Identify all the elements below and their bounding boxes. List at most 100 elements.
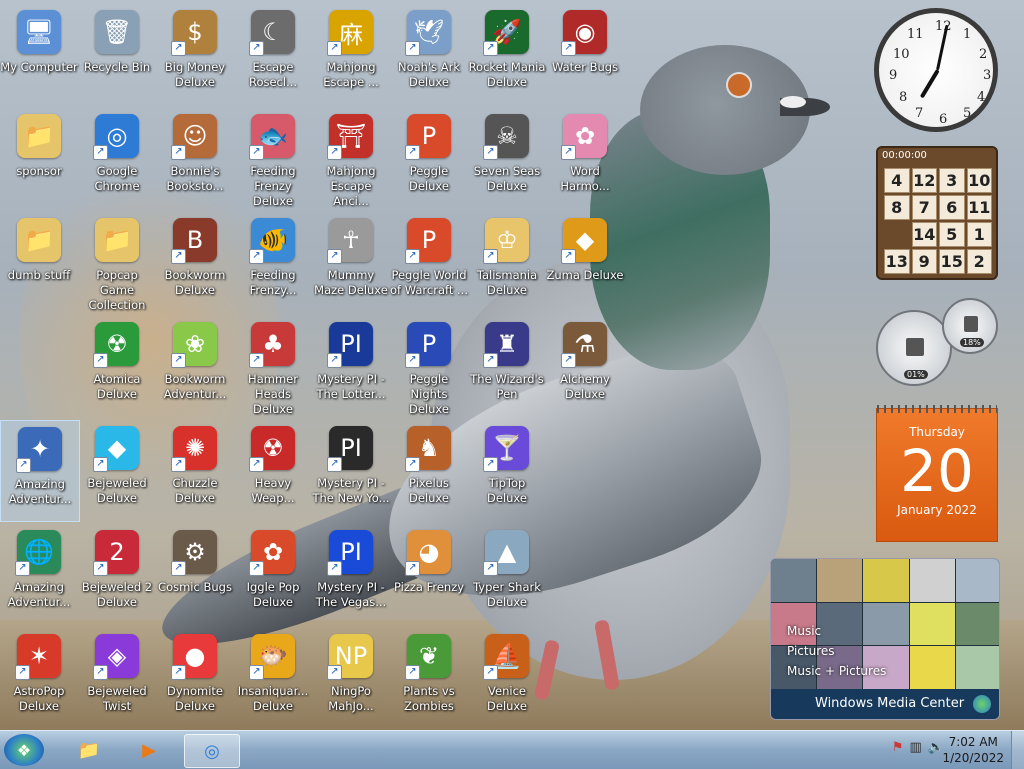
moon-icon: ☾ ↗ xyxy=(249,10,295,56)
desktop-icon[interactable]: ◈ ↗ Bejeweled Twist xyxy=(78,628,156,728)
desktop-icon[interactable]: ✶ ↗ AstroPop Deluxe xyxy=(0,628,78,728)
desktop-icon[interactable]: PI ↗ Mystery PI - The Lotter... xyxy=(312,316,390,416)
shortcut-arrow-icon: ↗ xyxy=(483,457,498,472)
desktop-icon[interactable]: 📁 Popcap Game Collection xyxy=(78,212,156,312)
puzzle-tile[interactable]: 9 xyxy=(911,249,937,274)
network-icon[interactable]: ▥ xyxy=(910,740,928,755)
desktop-icon[interactable]: ✺ ↗ Chuzzle Deluxe xyxy=(156,420,234,520)
desktop-icon[interactable]: PI ↗ Mystery PI - The New Yo... xyxy=(312,420,390,520)
desktop-icon[interactable]: ◆ ↗ Bejeweled Deluxe xyxy=(78,420,156,520)
puzzle-tile[interactable]: 15 xyxy=(939,249,965,274)
desktop-icon[interactable]: B ↗ Bookworm Deluxe xyxy=(156,212,234,312)
desktop-icon[interactable]: 麻 ↗ Mahjong Escape ... xyxy=(312,4,390,104)
action-center-flag-icon[interactable]: ⚑ xyxy=(892,740,910,755)
desktop-icon[interactable]: ◕ ↗ Pizza Frenzy xyxy=(390,524,468,624)
desktop-icon[interactable]: ⚙ ↗ Cosmic Bugs xyxy=(156,524,234,624)
desktop-icon[interactable]: 🚀 ↗ Rocket Mania Deluxe xyxy=(468,4,546,104)
taskbar-chrome-button[interactable]: ◎ xyxy=(184,734,240,768)
desktop-icon[interactable]: ⛩ ↗ Mahjong Escape Anci... xyxy=(312,108,390,208)
memory-meter-gadget[interactable]: 18% xyxy=(942,298,998,354)
desktop-icon[interactable]: 🐠 ↗ Feeding Frenzy... xyxy=(234,212,312,312)
desktop-icon[interactable]: ☺ ↗ Bonnie's Booksto... xyxy=(156,108,234,208)
desktop-icon[interactable]: ◎ ↗ Google Chrome xyxy=(78,108,156,208)
fish-icon: 🐠 ↗ xyxy=(249,218,295,264)
desktop-icon[interactable]: 📁 sponsor xyxy=(0,108,78,208)
desktop-icon[interactable]: 📁 dumb stuff xyxy=(0,212,78,312)
desktop-icon[interactable]: ☢ ↗ Heavy Weap... xyxy=(234,420,312,520)
calendar-rings xyxy=(877,405,997,413)
media-center-title-bar[interactable]: Windows Media Center xyxy=(771,689,999,719)
desktop-icon[interactable]: 🌐 ↗ Amazing Adventur... xyxy=(0,524,78,624)
puzzle-tile[interactable]: 10 xyxy=(966,168,992,193)
desktop-icon[interactable]: ♣ ↗ Hammer Heads Deluxe xyxy=(234,316,312,416)
puzzle-tile[interactable]: 7 xyxy=(911,195,937,220)
desktop-icon[interactable]: 🍸 ↗ TipTop Deluxe xyxy=(468,420,546,520)
desktop-icon[interactable]: P ↗ Peggle World of Warcraft ... xyxy=(390,212,468,312)
desktop-icon[interactable]: P ↗ Peggle Deluxe xyxy=(390,108,468,208)
calendar-gadget[interactable]: Thursday 20 January 2022 xyxy=(876,405,998,542)
desktop-icon[interactable]: PI ↗ Mystery PI - The Vegas... xyxy=(312,524,390,624)
shortcut-arrow-icon: ↗ xyxy=(405,249,420,264)
system-clock[interactable]: 7:02 AM 1/20/2022 xyxy=(942,734,1004,766)
desktop-icon[interactable]: 🖥 My Computer xyxy=(0,4,78,104)
clock-numeral: 5 xyxy=(963,106,972,121)
puzzle-tile[interactable]: 6 xyxy=(939,195,965,220)
gondola-icon: ⛵ ↗ xyxy=(483,634,529,680)
shortcut-arrow-icon: ↗ xyxy=(93,561,108,576)
puzzle-tile[interactable]: 14 xyxy=(911,222,937,247)
desktop-icon[interactable]: P ↗ Peggle Nights Deluxe xyxy=(390,316,468,416)
desktop-icon-label: Mummy Maze Deluxe xyxy=(314,268,388,297)
clock-numeral: 11 xyxy=(907,27,924,42)
desktop-icon[interactable]: ❦ ↗ Plants vs Zombies xyxy=(390,628,468,728)
media-link-music-pictures[interactable]: Music + Pictures xyxy=(787,661,886,681)
desktop-icon[interactable]: 🐡 ↗ Insaniquar... Deluxe xyxy=(234,628,312,728)
desktop-icon[interactable]: 🗑 Recycle Bin xyxy=(78,4,156,104)
desktop-icon[interactable]: 🐟 ↗ Feeding Frenzy Deluxe xyxy=(234,108,312,208)
desktop-icon[interactable]: 2 ↗ Bejeweled 2 Deluxe xyxy=(78,524,156,624)
desktop-icon[interactable]: ♜ ↗ The Wizard's Pen xyxy=(468,316,546,416)
desktop-icon[interactable]: ⛵ ↗ Venice Deluxe xyxy=(468,628,546,728)
desktop-icon[interactable]: ✦ ↗ Amazing Adventur... xyxy=(0,420,80,522)
taskbar-media-player-button[interactable]: ▶ xyxy=(122,734,176,766)
desktop-icon[interactable]: NP ↗ NingPo MahJo... xyxy=(312,628,390,728)
puzzle-tile[interactable]: 2 xyxy=(966,249,992,274)
desktop-icon[interactable]: ● ↗ Dynomite Deluxe xyxy=(156,628,234,728)
desktop-icon[interactable]: ◆ ↗ Zuma Deluxe xyxy=(546,212,624,312)
desktop-icon[interactable]: 🕊 ↗ Noah's Ark Deluxe xyxy=(390,4,468,104)
astropop-icon: ✶ ↗ xyxy=(15,634,61,680)
show-desktop-button[interactable] xyxy=(1011,731,1024,769)
start-button[interactable]: ❖ xyxy=(4,734,44,766)
media-link-pictures[interactable]: Pictures xyxy=(787,641,886,661)
desktop-icon-label: Mahjong Escape ... xyxy=(323,60,379,89)
puzzle-tile[interactable]: 1 xyxy=(966,222,992,247)
media-link-music[interactable]: Music xyxy=(787,621,886,641)
puzzle-tile[interactable]: 8 xyxy=(884,195,910,220)
slide-puzzle-gadget[interactable]: 00:00:00 4 12 3 10 8 7 6 11 14 5 1 13 9 15 2 xyxy=(876,146,998,280)
desktop-icon[interactable]: ♞ ↗ Pixelus Deluxe xyxy=(390,420,468,520)
desktop-icon[interactable]: ☥ ↗ Mummy Maze Deluxe xyxy=(312,212,390,312)
puzzle-tile[interactable]: 12 xyxy=(911,168,937,193)
desktop-icon[interactable]: ✿ ↗ Word Harmo... xyxy=(546,108,624,208)
desktop-icon[interactable]: ◉ ↗ Water Bugs xyxy=(546,4,624,104)
desktop-icon[interactable]: ☠ ↗ Seven Seas Deluxe xyxy=(468,108,546,208)
desktop-icon[interactable]: ❀ ↗ Bookworm Adventur... xyxy=(156,316,234,416)
desktop-icon[interactable]: ⚗ ↗ Alchemy Deluxe xyxy=(546,316,624,416)
puzzle-empty-slot[interactable] xyxy=(884,222,910,247)
taskbar-explorer-button[interactable]: 📁 xyxy=(62,734,116,766)
puzzle-tile[interactable]: 4 xyxy=(884,168,910,193)
desktop-icon[interactable]: ▲ ↗ Typer Shark Deluxe xyxy=(468,524,546,624)
puzzle-tile[interactable]: 11 xyxy=(966,195,992,220)
desktop-icon[interactable]: ☢ ↗ Atomica Deluxe xyxy=(78,316,156,416)
puzzle-tile[interactable]: 5 xyxy=(939,222,965,247)
clock-gadget[interactable]: 12 1 2 3 4 5 6 7 8 9 10 11 xyxy=(874,8,998,132)
media-center-gadget[interactable]: Music Pictures Music + Pictures Windows … xyxy=(770,558,1000,720)
desktop-icon[interactable]: ♔ ↗ Talismania Deluxe xyxy=(468,212,546,312)
desktop-icon[interactable]: $ ↗ Big Money Deluxe xyxy=(156,4,234,104)
puzzle-tile[interactable]: 13 xyxy=(884,249,910,274)
puzzle-tile[interactable]: 3 xyxy=(939,168,965,193)
shortcut-arrow-icon: ↗ xyxy=(405,457,420,472)
cpu-meter-gadget[interactable]: 01% xyxy=(876,310,952,386)
desktop-icon[interactable]: ✿ ↗ Iggle Pop Deluxe xyxy=(234,524,312,624)
desktop-icon[interactable]: ☾ ↗ Escape Rosecl... xyxy=(234,4,312,104)
dove-icon: 🕊 ↗ xyxy=(405,10,451,56)
